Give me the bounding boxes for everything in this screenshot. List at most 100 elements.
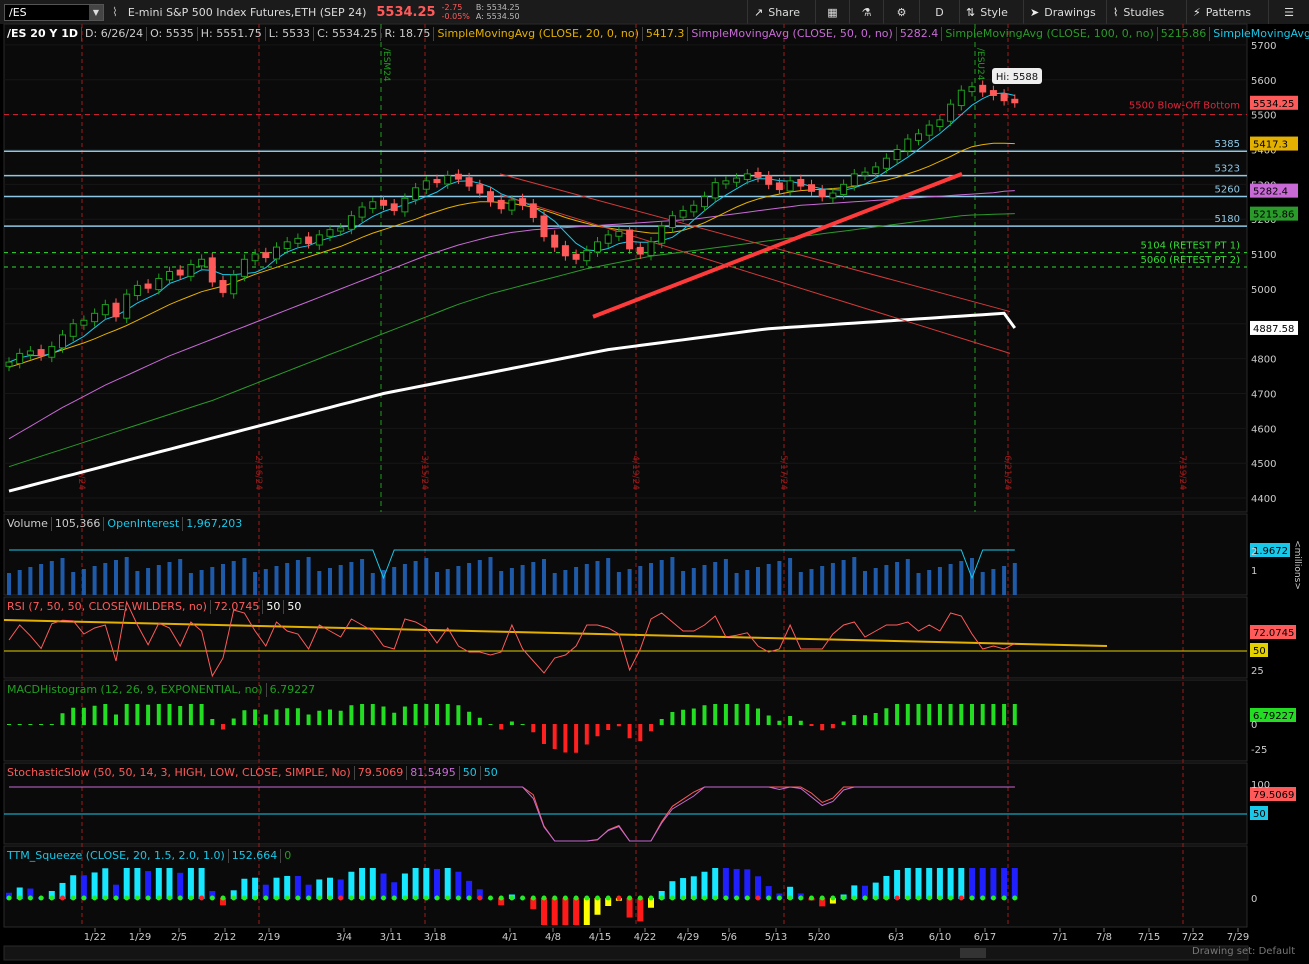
- squeeze-bar: [444, 868, 451, 899]
- squeeze-dot: [948, 895, 954, 901]
- squeeze-bar: [562, 898, 569, 925]
- volume-bar: [991, 569, 996, 595]
- macd-hist-bar: [852, 715, 857, 725]
- squeeze-bar: [733, 868, 740, 899]
- candle-body: [626, 229, 634, 250]
- candle-body: [979, 84, 987, 93]
- macd-hist-bar: [402, 706, 407, 725]
- candle-body: [850, 173, 858, 187]
- x-tick-label: 5/6: [721, 932, 737, 943]
- volume-title: Volume: [4, 517, 52, 531]
- macd-hist-bar: [178, 706, 183, 725]
- volume-bar: [456, 566, 461, 595]
- squeeze-dot: [541, 895, 547, 901]
- squeeze-dot: [1012, 895, 1018, 901]
- candle-body: [444, 175, 452, 185]
- macd-y-tick: 0: [1251, 720, 1257, 731]
- volume-bar: [114, 560, 118, 595]
- macd-hist-bar: [349, 705, 354, 725]
- price-y-tick: 4500: [1251, 459, 1276, 470]
- volume-y-tick: 1: [1251, 566, 1257, 577]
- macd-hist-bar: [477, 717, 482, 725]
- candle-body: [454, 173, 462, 180]
- squeeze-dot: [455, 895, 461, 901]
- volume-bar: [188, 573, 193, 595]
- candle-body: [358, 206, 366, 218]
- squeeze-bar: [541, 898, 547, 925]
- volume-bar: [584, 564, 589, 595]
- macd-hist-bar: [542, 724, 546, 744]
- squeeze-bar: [594, 898, 601, 915]
- macd-hist-bar: [317, 710, 322, 725]
- expiry-label: /ESU24: [975, 48, 985, 81]
- candle-body: [572, 253, 580, 260]
- drawing-set-label[interactable]: Drawing set: Default: [1192, 946, 1295, 957]
- squeeze-dot: [755, 895, 761, 901]
- squeeze-dot: [862, 895, 868, 901]
- macd-hist-bar: [360, 704, 365, 725]
- volume-bar: [820, 566, 825, 595]
- macd-hist-bar: [146, 704, 151, 725]
- macd-hist-bar: [841, 721, 846, 725]
- candle-body: [208, 257, 216, 283]
- ohlc-close: C: 5534.25: [314, 27, 382, 41]
- macd-hist-bar: [681, 709, 686, 725]
- macd-hist-bar: [274, 709, 279, 725]
- candle-body: [519, 198, 527, 206]
- macd-hist-bar: [81, 707, 86, 725]
- squeeze-dot: [167, 895, 172, 901]
- squeeze-bar: [712, 868, 719, 899]
- squeeze-dot: [370, 895, 376, 901]
- squeeze-dot: [766, 895, 772, 901]
- macd-hist-bar: [263, 714, 268, 725]
- macd-hist-bar: [638, 724, 643, 741]
- volume-bar: [627, 569, 632, 595]
- macd-hist-bar: [1002, 704, 1007, 725]
- volume-bar: [649, 563, 653, 595]
- candle-body: [166, 270, 173, 281]
- candle-body: [594, 241, 601, 253]
- candle-body: [37, 349, 45, 357]
- candle-body: [957, 89, 965, 107]
- support-level-label: 5180: [1215, 214, 1240, 225]
- squeeze-dot: [17, 895, 23, 901]
- squeeze-bar: [155, 868, 162, 899]
- squeeze-dot: [1001, 895, 1007, 901]
- squeeze-bar: [123, 868, 130, 899]
- macd-hist-bar: [970, 704, 974, 725]
- volume-bar: [1002, 566, 1007, 595]
- macd-hist-bar: [103, 704, 108, 725]
- candle-body: [989, 90, 997, 96]
- volume-bar: [467, 563, 472, 595]
- macd-hist-bar: [242, 710, 247, 725]
- sma50-legend: SimpleMovingAvg (CLOSE, 50, 0, no): [688, 27, 897, 41]
- squeeze-dot: [916, 895, 921, 901]
- volume-bar: [1012, 563, 1017, 595]
- candle-body: [5, 361, 13, 367]
- volume-bar: [39, 564, 44, 595]
- candle-body: [540, 215, 548, 238]
- candle-body: [701, 196, 708, 208]
- squeeze-bar: [177, 872, 184, 899]
- candle-body: [733, 177, 741, 183]
- chart-canvas[interactable]: 1/22 1/29 2/5 2/12 2/19 3/4 3/11 3/18 4/1 4/8 4/15…: [0, 0, 1309, 964]
- squeeze-dot: [124, 895, 130, 901]
- squeeze-bar: [455, 871, 462, 899]
- x-tick-label: 7/1: [1052, 932, 1068, 943]
- ohlc-low: L: 5533: [266, 27, 315, 41]
- squeeze-dot: [595, 895, 600, 901]
- macd-hist-bar: [392, 712, 397, 725]
- squeeze-dot: [263, 895, 269, 901]
- macd-hist-bar: [563, 724, 568, 753]
- squeeze-dot: [284, 895, 290, 901]
- volume-bar: [370, 573, 375, 595]
- x-tick-label: 1/22: [84, 932, 106, 943]
- macd-hist-bar: [381, 706, 386, 725]
- x-tick-label: 5/20: [808, 932, 830, 943]
- volume-bar: [81, 569, 86, 595]
- squeeze-dot: [231, 895, 237, 901]
- candle-body: [219, 280, 227, 293]
- macd-hist-bar: [370, 704, 375, 725]
- volume-bar: [734, 573, 739, 595]
- squeeze-bar: [947, 868, 954, 899]
